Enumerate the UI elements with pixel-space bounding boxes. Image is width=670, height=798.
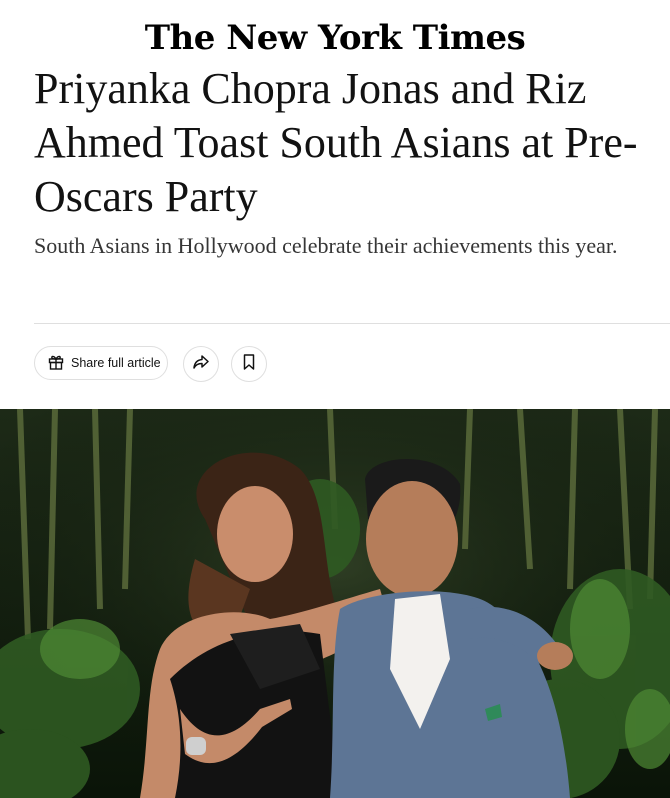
gift-icon <box>47 353 65 374</box>
article-headline: Priyanka Chopra Jonas and Riz Ahmed Toas… <box>34 64 638 221</box>
nyt-logo[interactable]: The New York Times <box>0 18 670 58</box>
share-arrow-icon <box>191 353 211 376</box>
divider <box>34 323 670 324</box>
share-full-article-label: Share full article <box>71 356 161 370</box>
bookmark-button[interactable] <box>231 346 267 382</box>
bookmark-icon <box>242 353 256 376</box>
article-summary: South Asians in Hollywood celebrate thei… <box>34 233 618 258</box>
share-full-article-button[interactable]: Share full article <box>34 346 168 380</box>
share-button[interactable] <box>183 346 219 382</box>
article-photo <box>0 409 670 798</box>
